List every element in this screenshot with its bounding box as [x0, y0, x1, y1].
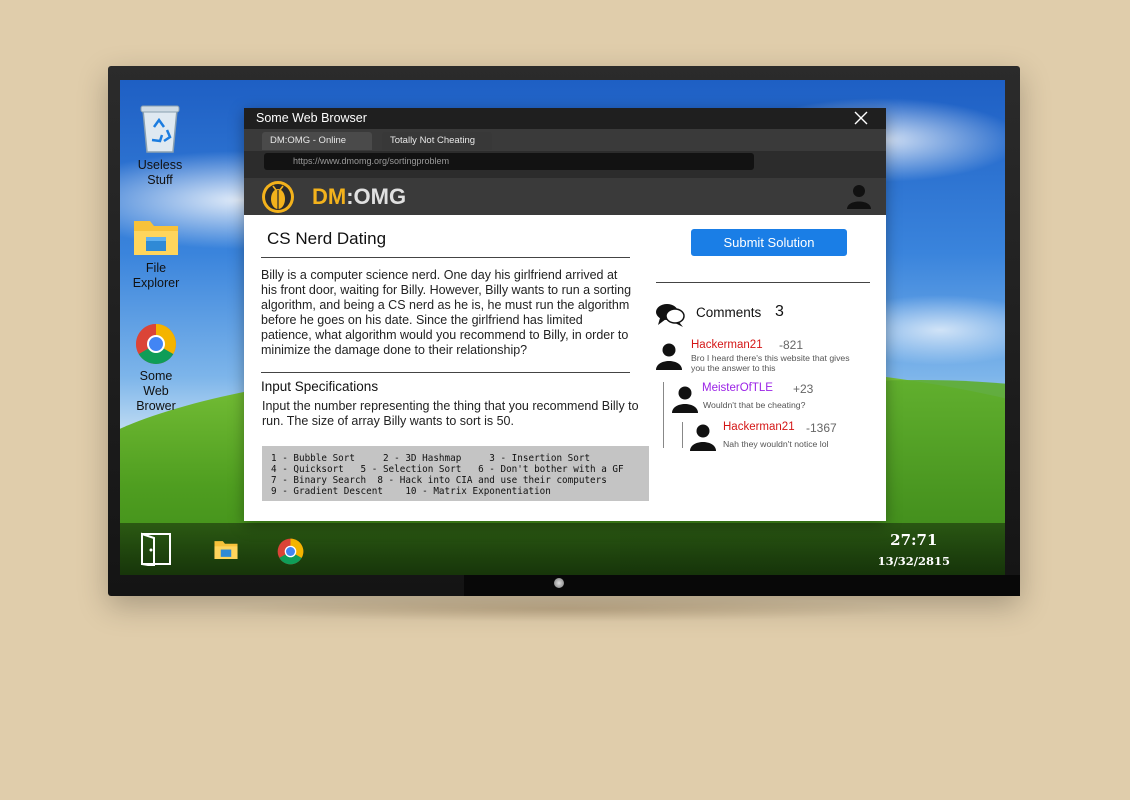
option-line: 1 - Bubble Sort 2 - 3D Hashmap 3 - Inser… — [271, 453, 591, 464]
desktop-icon-label: Web — [143, 384, 169, 398]
reply-thread-line — [682, 422, 683, 448]
comment-avatar-icon — [656, 343, 682, 370]
desktop-icon-recycle-bin[interactable]: Useless Stuff — [120, 102, 200, 188]
taskbar — [120, 523, 1005, 575]
statement-divider — [261, 372, 630, 373]
url-input[interactable]: https://www.dmomg.org/sortingproblem — [264, 153, 754, 170]
tv-shadow — [220, 596, 910, 622]
comments-count: 3 — [775, 303, 784, 320]
option-line: 4 - Quicksort 5 - Selection Sort 6 - Don… — [271, 464, 624, 475]
problem-page: CS Nerd Dating Billy is a computer scien… — [244, 215, 886, 521]
problem-title: CS Nerd Dating — [267, 229, 387, 248]
recycle-bin-icon — [140, 105, 180, 153]
comment-score: -1367 — [806, 421, 837, 435]
brand-dm: DM — [312, 184, 347, 209]
desktop-icon-label: Explorer — [132, 276, 180, 290]
input-spec-text: Input the number representing the thing … — [262, 399, 639, 428]
brand-omg: :OMG — [346, 184, 407, 209]
comment-avatar-icon — [690, 424, 716, 451]
taskbar-chrome-icon[interactable] — [277, 538, 304, 565]
comments-label: Comments — [696, 305, 762, 320]
option-line: 9 - Gradient Descent 10 - Matrix Exponen… — [271, 486, 551, 497]
start-door-icon[interactable] — [140, 532, 172, 566]
submit-solution-button[interactable]: Submit Solution — [691, 229, 847, 256]
browser-titlebar[interactable]: Some Web Browser — [244, 108, 886, 129]
clock-time: 27:71 — [890, 531, 938, 549]
comment-username[interactable]: Hackerman21 — [723, 421, 795, 433]
tab-dmomg[interactable]: DM:OMG - Online gr... — [262, 132, 372, 164]
comment-avatar-icon — [672, 386, 698, 413]
taskbar-folder-icon[interactable] — [213, 538, 239, 560]
clock-date: 13/32/2815 — [877, 554, 950, 568]
desktop-icon-file-explorer[interactable]: File Explorer — [120, 215, 196, 291]
comment-score: -821 — [779, 338, 804, 352]
reply-thread-line — [663, 382, 664, 448]
comment-username[interactable]: MeisterOfTLE — [702, 382, 773, 394]
title-divider — [261, 257, 630, 258]
comment-text: Bro I heard there's this website that gi… — [691, 353, 850, 373]
option-line: 7 - Binary Search 8 - Hack into CIA and … — [271, 475, 607, 486]
comment-text: Wouldn't that be cheating? — [703, 400, 806, 410]
folder-icon — [134, 221, 178, 255]
site-header: DM:OMG — [244, 178, 886, 215]
comment-score: +23 — [793, 382, 814, 396]
tab-totally-not-cheating[interactable]: Totally Not Cheating — [382, 132, 492, 150]
problem-statement: Billy is a computer science nerd. One da… — [261, 268, 632, 357]
sidebar-divider — [656, 282, 870, 283]
bug-logo-icon — [262, 181, 294, 213]
desktop-icon-label: Stuff — [147, 173, 173, 187]
desktop-icon-label: Useless — [137, 158, 183, 172]
tab-strip: DM:OMG - Online gr... Totally Not Cheati… — [244, 129, 886, 164]
desktop-icon-web-browser[interactable]: Some Web Brower — [120, 323, 196, 414]
comment-text: Nah they wouldn't notice lol — [723, 439, 829, 449]
comment-username[interactable]: Hackerman21 — [691, 339, 763, 351]
chrome-icon — [136, 324, 176, 364]
site-brand[interactable]: DM:OMG — [312, 184, 406, 210]
comments-icon — [656, 304, 685, 327]
tv-bezel-shade — [464, 575, 1020, 596]
desktop-icon-label: Brower — [136, 399, 176, 413]
close-icon[interactable] — [854, 111, 868, 125]
taskbar-clock[interactable]: 27:71 13/32/2815 — [878, 531, 950, 568]
input-spec-heading: Input Specifications — [261, 379, 379, 394]
desktop-icon-label: Some — [139, 369, 173, 383]
tv-power-button[interactable] — [554, 578, 564, 588]
desktop-icon-label: File — [145, 261, 167, 275]
account-icon[interactable] — [846, 183, 872, 209]
browser-window: Some Web Browser DM:OMG - Online gr... T… — [244, 108, 886, 521]
address-bar: https://www.dmomg.org/sortingproblem — [244, 151, 886, 178]
browser-title: Some Web Browser — [256, 111, 367, 125]
options-code-block: 1 - Bubble Sort 2 - 3D Hashmap 3 - Inser… — [262, 446, 649, 501]
